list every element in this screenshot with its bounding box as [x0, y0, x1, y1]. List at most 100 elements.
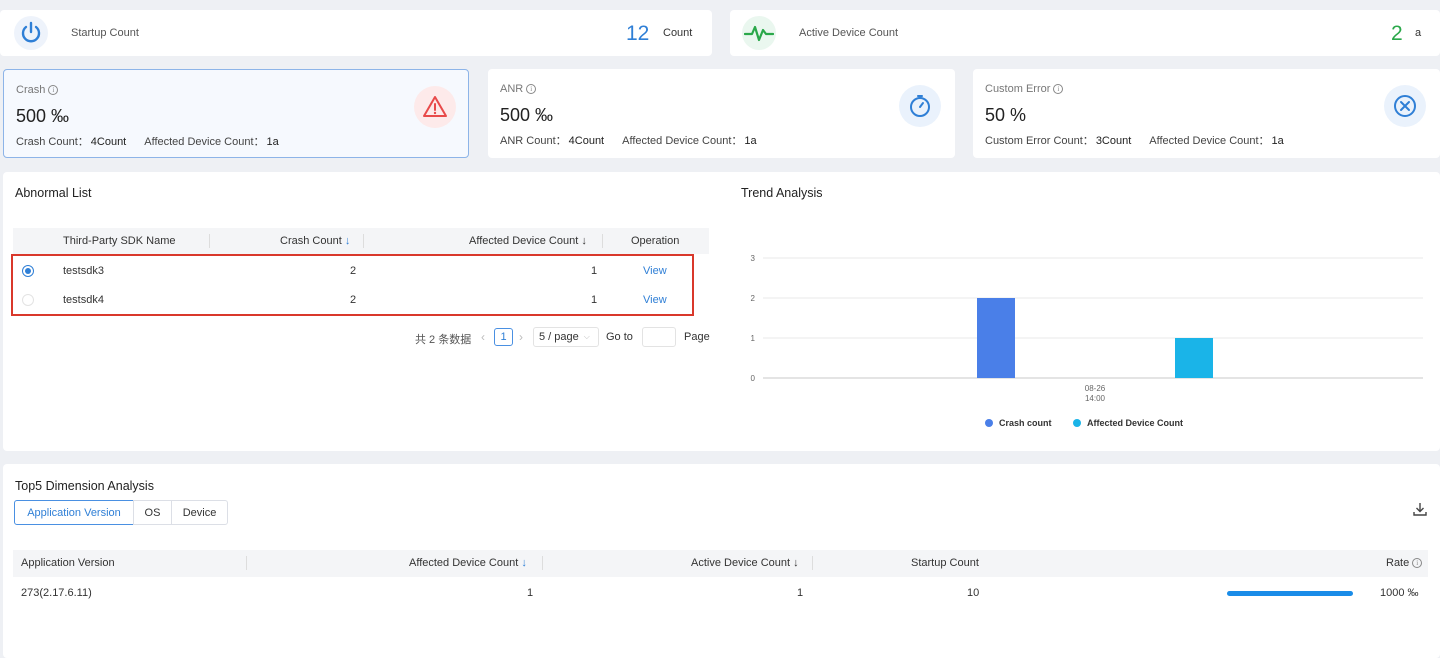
- info-icon[interactable]: i: [48, 85, 59, 95]
- legend-marker[interactable]: [985, 419, 993, 427]
- th-startup-count: Startup Count: [911, 557, 979, 569]
- crash-count-value: 4Count: [90, 136, 127, 148]
- header-divider: [246, 556, 247, 570]
- abnormal-list-title: Abnormal List: [15, 186, 92, 200]
- prev-page-icon[interactable]: ‹: [481, 330, 485, 344]
- power-icon: [14, 16, 48, 50]
- th-crash-count-label: Crash Count: [280, 235, 342, 247]
- active-device-count-card: Active Device Count 2 a: [730, 10, 1440, 56]
- th-active-label: Active Device Count: [691, 557, 791, 569]
- anr-count-label: ANR Count：: [500, 135, 567, 147]
- active-device-count-unit: a: [1415, 27, 1422, 39]
- custom-error-card[interactable]: Custom Error i 50 % Custom Error Count： 3C…: [973, 69, 1440, 158]
- bar-crash-count[interactable]: [977, 298, 1015, 378]
- row-sdk-name: testsdk3: [63, 265, 104, 277]
- sort-down-icon[interactable]: ↓: [521, 557, 527, 569]
- y-tick-label: 3: [751, 254, 756, 263]
- goto-label: Go to: [606, 331, 633, 343]
- info-icon[interactable]: i: [1412, 558, 1423, 568]
- anr-affected-value: 1a: [744, 135, 757, 147]
- top5-title: Top5 Dimension Analysis: [15, 479, 154, 493]
- trend-chart: 0 1 2 3 08-26 14:00 Crash count Affected Device…: [733, 244, 1433, 439]
- custom-error-affected-label: Affected Device Count：: [1149, 135, 1270, 147]
- th-affected-label: Affected Device Count: [409, 557, 519, 569]
- y-tick-label: 1: [751, 334, 756, 343]
- radio-selected[interactable]: [22, 265, 34, 277]
- custom-error-rate-value: 50 %: [985, 105, 1027, 125]
- th-operation: Operation: [631, 235, 680, 247]
- anr-card[interactable]: ANR i 500 ‰ ANR Count： 4Count Affected Dev…: [488, 69, 955, 158]
- crash-card[interactable]: Crash i 500 ‰ Crash Count： 4Count Affected…: [3, 69, 469, 158]
- header-divider: [812, 556, 813, 570]
- table-row[interactable]: testsdk4 2 1 View: [13, 286, 693, 316]
- startup-count-card: Startup Count 12 Count: [0, 10, 712, 56]
- rate-progress-fill: [1227, 591, 1353, 596]
- x-tick-label: 08-26: [1085, 384, 1106, 393]
- custom-error-count-value: 3Count: [1095, 135, 1132, 147]
- page-number-button[interactable]: 1: [494, 328, 513, 346]
- th-active-device-count[interactable]: Active Device Count ↓: [691, 557, 799, 569]
- goto-page-input[interactable]: [642, 327, 676, 347]
- custom-error-count-label: Custom Error Count：: [985, 135, 1094, 147]
- trend-chart-svg: 0 1 2 3 08-2614:00 Crash count Affected Device…: [751, 254, 1423, 428]
- crash-count-label: Crash Count：: [16, 136, 89, 148]
- info-icon[interactable]: i: [1053, 84, 1064, 94]
- sort-down-icon[interactable]: ↓: [581, 235, 587, 247]
- tab-os[interactable]: OS: [133, 500, 172, 525]
- close-circle-icon: [1384, 85, 1426, 127]
- radio-unselected[interactable]: [22, 294, 34, 306]
- active-device-count-value: 2: [1391, 22, 1403, 45]
- anr-affected-label: Affected Device Count：: [622, 135, 743, 147]
- header-divider: [602, 234, 603, 248]
- next-page-icon[interactable]: ›: [519, 330, 523, 344]
- trend-analysis-title: Trend Analysis: [741, 186, 823, 200]
- tab-device[interactable]: Device: [171, 500, 228, 525]
- page-size-select[interactable]: 5 / page ⌵: [533, 327, 599, 347]
- bar-affected-device-count[interactable]: [1175, 338, 1213, 378]
- anr-rate-value: 500 ‰: [500, 105, 554, 125]
- table-row: 273(2.17.6.11) 1 1 10 1000 ‰: [13, 580, 1428, 606]
- crash-title: Crash i: [16, 84, 59, 96]
- row-startup-count: 10: [967, 587, 980, 599]
- chevron-down-icon: ⌵: [583, 332, 590, 341]
- startup-count-unit: Count: [663, 27, 693, 39]
- startup-count-label: Startup Count: [71, 27, 139, 39]
- pagination-total: 共 2 条数据: [415, 334, 472, 346]
- th-affected-device-count[interactable]: Affected Device Count ↓: [469, 235, 587, 247]
- rate-progress-track: [1227, 591, 1353, 596]
- download-icon[interactable]: [1413, 502, 1427, 519]
- x-tick-label: 14:00: [1085, 394, 1106, 403]
- row-affected-count: 1: [591, 265, 598, 277]
- legend-label[interactable]: Crash count: [999, 418, 1052, 428]
- row-active-count: 1: [797, 587, 804, 599]
- legend-marker[interactable]: [1073, 419, 1081, 427]
- th-affected-device-count[interactable]: Affected Device Count ↓: [409, 557, 527, 569]
- row-rate: 1000 ‰: [1380, 587, 1419, 599]
- header-divider: [542, 556, 543, 570]
- row-crash-count: 2: [350, 294, 357, 306]
- anr-title: ANR i: [500, 83, 537, 95]
- th-rate: Rate i: [1386, 557, 1423, 569]
- anr-title-text: ANR: [500, 83, 524, 95]
- custom-error-affected-value: 1a: [1271, 135, 1284, 147]
- sort-down-icon[interactable]: ↓: [793, 557, 799, 569]
- th-crash-count[interactable]: Crash Count ↓: [280, 235, 350, 247]
- page-label: Page: [684, 331, 710, 343]
- row-affected-count: 1: [591, 294, 598, 306]
- radio-dot: [25, 268, 31, 274]
- crash-affected-label: Affected Device Count：: [144, 136, 265, 148]
- legend-label[interactable]: Affected Device Count: [1087, 418, 1183, 428]
- anr-sub: ANR Count： 4Count Affected Device Count： 1…: [500, 132, 757, 148]
- sort-down-icon[interactable]: ↓: [345, 235, 351, 247]
- row-sdk-name: testsdk4: [63, 294, 104, 306]
- view-link[interactable]: View: [643, 294, 667, 306]
- info-icon[interactable]: i: [526, 84, 537, 94]
- row-version: 273(2.17.6.11): [21, 587, 92, 599]
- view-link[interactable]: View: [643, 265, 667, 277]
- row-crash-count: 2: [350, 265, 357, 277]
- table-row[interactable]: testsdk3 2 1 View: [13, 256, 693, 286]
- crash-title-text: Crash: [16, 84, 46, 96]
- custom-error-title-text: Custom Error: [985, 83, 1051, 95]
- tab-application-version[interactable]: Application Version: [14, 500, 134, 525]
- startup-count-value: 12: [626, 22, 650, 45]
